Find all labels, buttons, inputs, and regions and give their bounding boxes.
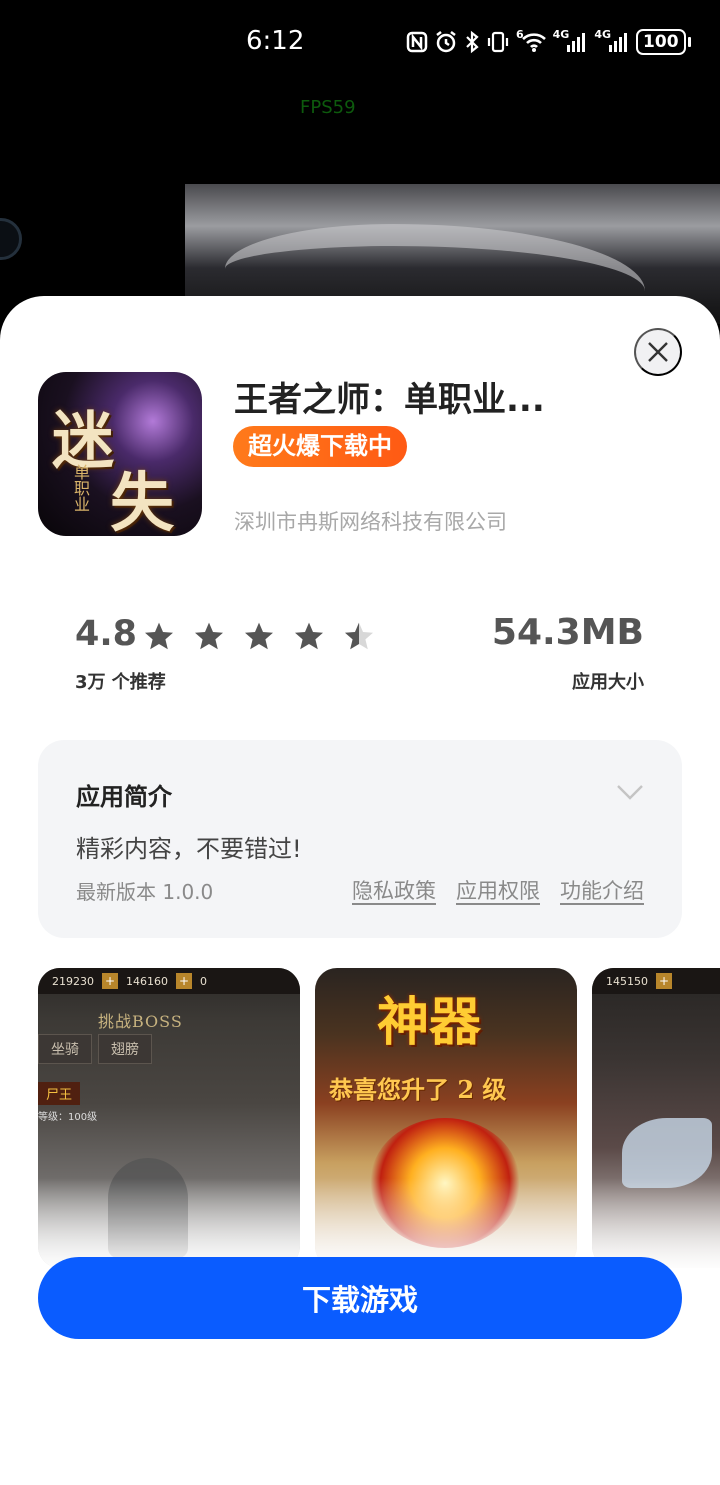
boss-banner: 挑战BOSS <box>98 1012 183 1031</box>
vibrate-icon <box>486 28 510 56</box>
screenshot-fade <box>38 1178 300 1268</box>
diamond-count: 0 <box>200 974 207 988</box>
recommend-count: 3万 个推荐 <box>75 672 166 693</box>
screenshot-2[interactable]: 神器 恭喜您升了 2 级 <box>315 968 577 1268</box>
network-type-1: 4G <box>552 28 570 41</box>
star-half-icon <box>345 622 373 650</box>
network-type-2: 4G <box>594 28 612 41</box>
gold-count: 219230 <box>52 974 94 988</box>
plus-icon: + <box>102 973 118 989</box>
level-up-text: 恭喜您升了 2 级 <box>329 1075 507 1104</box>
star-icon <box>195 622 223 650</box>
developer-name: 深圳市冉斯网络科技有限公司 <box>234 510 507 534</box>
status-bar: 6:12 6 4G 4G 100 <box>0 0 720 84</box>
app-title: 王者之师：单职业... <box>234 380 545 420</box>
rating-stars <box>143 620 375 652</box>
nfc-icon <box>406 28 428 56</box>
screenshot-carousel[interactable]: 219230 + 146160 + 0 挑战BOSS 坐骑 翅膀 尸王 等级：1… <box>38 968 720 1268</box>
gold-count: 145150 <box>606 974 648 988</box>
plus-icon: + <box>656 973 672 989</box>
screenshot-fade <box>592 1178 720 1268</box>
plus-icon: + <box>176 973 192 989</box>
screenshot-3[interactable]: 145150 + <box>592 968 720 1268</box>
intro-links: 隐私政策 应用权限 功能介绍 <box>352 875 644 905</box>
status-time: 6:12 <box>246 26 305 56</box>
battery-indicator: 100 <box>636 29 686 55</box>
star-icon <box>295 622 323 650</box>
screenshot-fade <box>315 1178 577 1268</box>
yuanbao-count: 146160 <box>126 974 168 988</box>
game-tabs: 坐骑 翅膀 <box>38 1034 152 1064</box>
game-hud: 145150 + <box>592 968 720 994</box>
app-size: 54.3MB <box>491 612 644 653</box>
game-tab-wings: 翅膀 <box>98 1034 152 1064</box>
intro-text: 精彩内容，不要错过! <box>76 835 302 863</box>
game-hud: 219230 + 146160 + 0 <box>38 968 300 994</box>
app-icon-subtitle: 单职业 <box>71 464 90 512</box>
hot-badge: 超火爆下载中 <box>233 426 407 467</box>
app-permissions-link[interactable]: 应用权限 <box>456 875 540 905</box>
fps-counter: FPS59 <box>300 97 356 118</box>
alarm-icon <box>434 28 458 56</box>
battery-tip <box>687 37 691 47</box>
feature-intro-link[interactable]: 功能介绍 <box>560 875 644 905</box>
status-icons: 6 4G 4G 100 <box>406 28 691 56</box>
signal-icon-1: 4G <box>553 28 589 56</box>
screenshot-1[interactable]: 219230 + 146160 + 0 挑战BOSS 坐骑 翅膀 尸王 等级：1… <box>38 968 300 1268</box>
intro-card[interactable]: 应用简介 精彩内容，不要错过! 最新版本 1.0.0 隐私政策 应用权限 功能介… <box>38 740 682 938</box>
bluetooth-icon <box>464 28 480 56</box>
boss-level: 等级：100级 <box>38 1112 98 1123</box>
artifact-title: 神器 <box>377 992 482 1053</box>
chevron-down-icon[interactable] <box>616 784 644 800</box>
download-button[interactable]: 下载游戏 <box>38 1257 682 1339</box>
close-button[interactable] <box>634 328 682 376</box>
app-icon-char-2: 失 <box>110 466 174 536</box>
wifi-tag: 6 <box>516 28 524 41</box>
app-icon: 迷 单职业 失 <box>38 372 202 536</box>
app-size-label: 应用大小 <box>572 672 644 693</box>
signal-icon-2: 4G <box>594 28 630 56</box>
floating-ball[interactable] <box>0 218 22 260</box>
version-info: 最新版本 1.0.0 <box>76 880 214 904</box>
star-icon <box>145 622 173 650</box>
privacy-policy-link[interactable]: 隐私政策 <box>352 875 436 905</box>
boss-name: 尸王 <box>38 1082 81 1105</box>
game-tab-mount: 坐骑 <box>38 1034 92 1064</box>
rating-score: 4.8 <box>75 614 138 654</box>
intro-title: 应用简介 <box>76 783 172 811</box>
wifi-icon: 6 <box>516 28 547 56</box>
close-icon <box>648 342 668 362</box>
star-icon <box>245 622 273 650</box>
